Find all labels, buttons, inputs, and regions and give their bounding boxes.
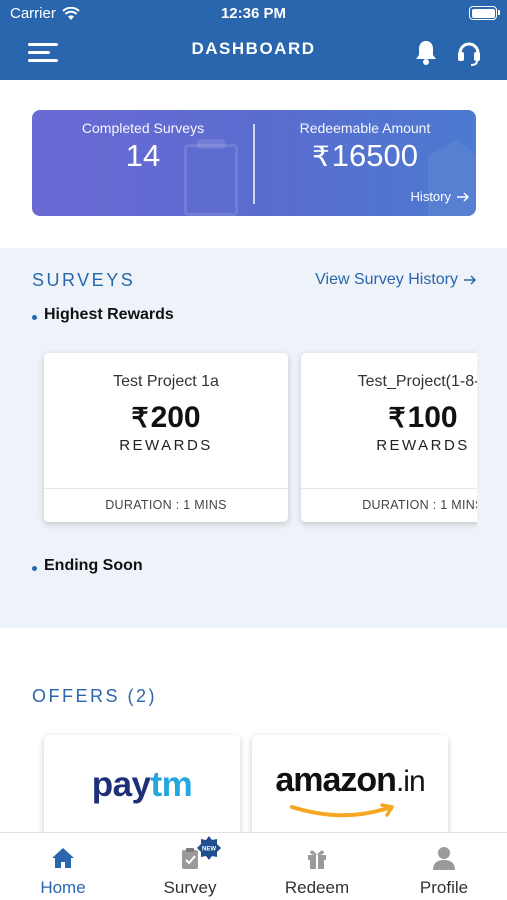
survey-duration: DURATION : 1 MINS: [44, 488, 288, 522]
status-bar: Carrier 12:36 PM: [0, 0, 507, 28]
survey-duration: DURATION : 1 MINS: [301, 488, 477, 522]
view-survey-history-link[interactable]: View Survey History: [315, 271, 477, 289]
tab-profile-label: Profile: [419, 878, 469, 897]
redeemable-amount-label: Redeemable Amount: [299, 120, 431, 136]
rupee-symbol: ₹: [388, 403, 406, 433]
ending-soon-label: Ending Soon: [44, 557, 143, 574]
paytm-logo: paytm: [91, 765, 193, 804]
tab-survey[interactable]: NEW Survey: [127, 833, 253, 900]
survey-cards-carousel[interactable]: Test Project 1a ₹200 REWARDS DURATION : …: [32, 344, 477, 530]
rupee-symbol: ₹: [131, 403, 149, 433]
bell-icon[interactable]: [413, 38, 439, 66]
rewards-label: REWARDS: [119, 437, 213, 454]
home-icon: [52, 848, 74, 868]
gift-icon: [308, 850, 326, 869]
view-survey-history-label: View Survey History: [315, 271, 458, 288]
survey-card[interactable]: Test Project 1a ₹200 REWARDS DURATION : …: [44, 353, 288, 522]
bullet-dot: [32, 565, 37, 571]
nav-bar: DASHBOARD: [0, 30, 507, 76]
completed-surveys-value: 14: [125, 138, 161, 173]
surveys-title: SURVEYS: [32, 270, 136, 290]
new-badge-icon: NEW: [197, 836, 221, 860]
survey-reward-number: 100: [407, 401, 458, 434]
offers-title: OFFERS (2): [32, 686, 158, 706]
status-time: 12:36 PM: [220, 5, 287, 22]
tab-survey-label: Survey: [163, 878, 217, 897]
top-header: Carrier 12:36 PM DASHBOARD: [0, 0, 507, 80]
new-badge-label: NEW: [202, 847, 216, 853]
survey-reward-amount: ₹100: [301, 401, 477, 435]
arrow-right-icon: [457, 191, 470, 202]
person-icon: [433, 847, 455, 870]
rewards-label: REWARDS: [376, 437, 470, 454]
survey-card[interactable]: Test_Project(1-8-2 ₹100 REWARDS DURATION…: [301, 353, 477, 522]
redeemable-amount-value: ₹16500: [254, 138, 476, 174]
headset-icon[interactable]: [455, 38, 483, 66]
tab-profile[interactable]: Profile: [381, 833, 507, 900]
rupee-symbol: ₹: [311, 141, 330, 172]
arrow-right-icon: [464, 275, 477, 285]
survey-name: Test Project 1a: [113, 373, 219, 390]
highest-rewards-heading: Highest Rewards: [32, 306, 174, 324]
redeemable-amount-number: 16500: [331, 138, 419, 173]
amazon-smile-icon: [290, 803, 394, 818]
history-label: History: [410, 189, 451, 204]
survey-reward-amount: ₹200: [44, 401, 288, 435]
battery-icon: [469, 6, 500, 20]
tab-redeem[interactable]: Redeem: [254, 833, 380, 900]
offer-card-amazon[interactable]: amazon.in: [252, 735, 448, 845]
highest-rewards-label: Highest Rewards: [44, 306, 174, 323]
amazon-logo: amazon.in: [275, 761, 425, 799]
bullet-dot: [32, 314, 37, 320]
survey-reward-number: 200: [150, 401, 201, 434]
redeemable-amount-block: Redeemable Amount ₹16500 History: [254, 110, 476, 216]
survey-name: Test_Project(1-8-2: [357, 373, 477, 390]
tab-redeem-label: Redeem: [284, 878, 350, 897]
completed-surveys-block: Completed Surveys 14: [32, 110, 254, 216]
bottom-tab-bar: Home NEW Survey Redeem Profile: [0, 832, 507, 900]
summary-card: Completed Surveys 14 Redeemable Amount ₹…: [32, 110, 476, 216]
offer-card-paytm[interactable]: paytm: [44, 735, 240, 845]
ending-soon-heading: Ending Soon: [32, 557, 143, 575]
completed-surveys-label: Completed Surveys: [81, 120, 205, 136]
tab-home-label: Home: [40, 878, 86, 897]
history-link[interactable]: History: [411, 189, 470, 204]
tab-home[interactable]: Home: [0, 833, 126, 900]
